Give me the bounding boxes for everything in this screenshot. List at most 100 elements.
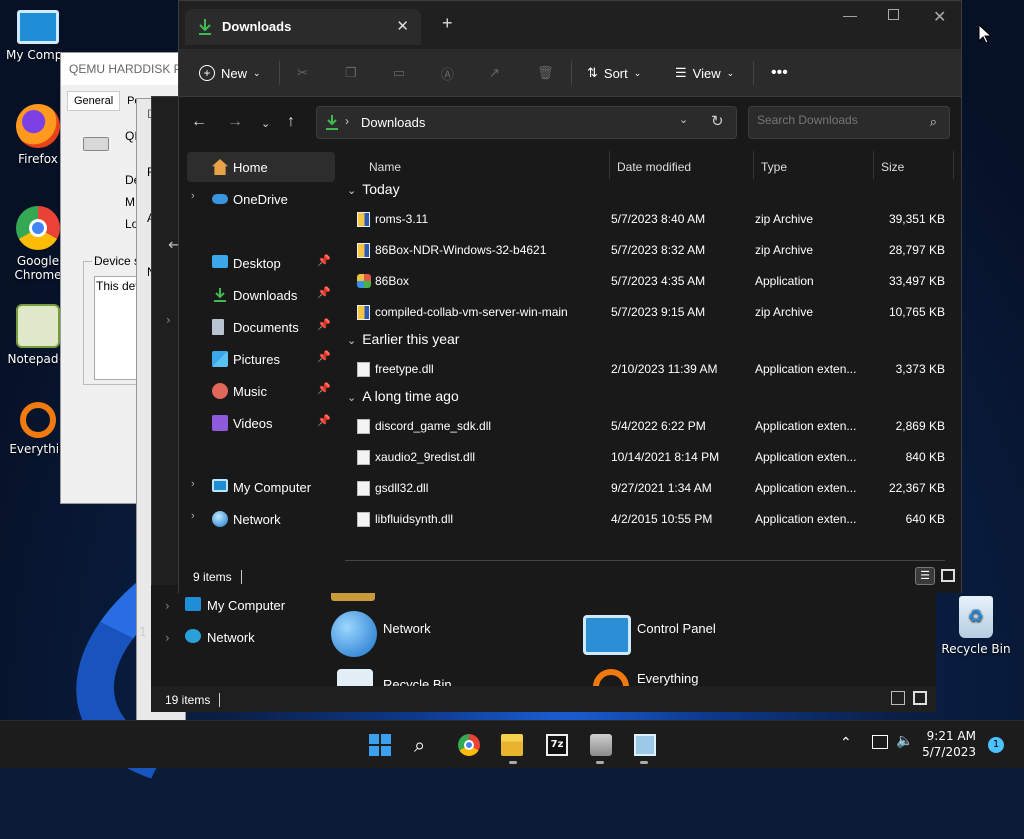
- group-header[interactable]: ⌄ Today: [347, 181, 400, 197]
- sidebar-item-music[interactable]: Music 📌: [187, 376, 335, 406]
- refresh-icon[interactable]: ↻: [711, 112, 724, 130]
- share-icon[interactable]: ↗: [489, 61, 500, 85]
- title-bar: Downloads ✕ + — ✕: [179, 1, 961, 49]
- chevron-right-icon[interactable]: ›: [191, 478, 195, 490]
- column-header-type[interactable]: Type: [761, 155, 787, 179]
- minimize-button[interactable]: —: [843, 7, 857, 23]
- rename-icon[interactable]: Ⓐ: [441, 61, 454, 85]
- close-window-button[interactable]: ✕: [933, 7, 946, 27]
- tile-everything[interactable]: Everything: [637, 671, 698, 686]
- column-header-name[interactable]: Name: [369, 155, 401, 179]
- sidebar-item-my-computer[interactable]: My Computer: [207, 598, 285, 613]
- sidebar-item-network[interactable]: › Network: [187, 504, 335, 534]
- chevron-right-icon[interactable]: ›: [191, 190, 195, 202]
- copy-icon[interactable]: ❐: [345, 61, 357, 85]
- collapse-chevron-icon[interactable]: ⌄: [347, 392, 356, 404]
- tiles-view-icon[interactable]: [913, 691, 927, 705]
- address-bar[interactable]: › Downloads ⌄ ↻: [316, 106, 737, 139]
- tab-downloads[interactable]: Downloads ✕: [185, 9, 421, 45]
- clock-time[interactable]: 9:21 AM: [918, 729, 976, 743]
- breadcrumb-downloads[interactable]: Downloads: [361, 115, 425, 130]
- sort-button-label: Sort: [603, 65, 628, 81]
- back-arrow-icon[interactable]: ←: [191, 113, 207, 131]
- tiles-view-icon[interactable]: [941, 569, 955, 582]
- add-icon: +: [199, 65, 215, 81]
- sidebar-item-my-computer[interactable]: › My Computer: [187, 472, 335, 502]
- file-row[interactable]: libfluidsynth.dll 4/2/2015 10:55 PM Applic…: [355, 505, 955, 533]
- sidebar-item-desktop[interactable]: Desktop 📌: [187, 248, 335, 278]
- collapse-chevron-icon[interactable]: ⌄: [347, 335, 356, 347]
- control-panel-icon: [583, 615, 631, 655]
- volume-icon[interactable]: 🔈: [896, 733, 913, 749]
- search-box[interactable]: ⌕: [748, 106, 950, 139]
- close-tab-icon[interactable]: ✕: [396, 17, 409, 35]
- chevron-right-icon[interactable]: ›: [191, 510, 195, 522]
- tile-network[interactable]: Network: [383, 621, 431, 636]
- device-manager-icon[interactable]: [590, 734, 612, 756]
- network-icon: [331, 611, 377, 657]
- chevron-right-icon[interactable]: ›: [165, 599, 170, 613]
- show-hidden-icons[interactable]: ⌃: [840, 735, 852, 751]
- search-icon[interactable]: ⌕: [414, 734, 436, 756]
- sidebar-item-onedrive[interactable]: › OneDrive: [187, 184, 335, 214]
- paste-icon[interactable]: ▭: [393, 61, 405, 85]
- sidebar-item-network[interactable]: Network: [207, 630, 255, 645]
- collapse-chevron-icon[interactable]: ⌄: [347, 185, 356, 197]
- cut-icon[interactable]: ✂: [297, 61, 308, 85]
- address-dropdown-icon[interactable]: ⌄: [679, 113, 688, 126]
- new-tab-button[interactable]: +: [442, 13, 453, 34]
- tab-title: Downloads: [222, 19, 292, 34]
- clock-date[interactable]: 5/7/2023: [918, 745, 976, 759]
- new-button[interactable]: + New ⌄: [199, 61, 261, 85]
- group-header[interactable]: ⌄ A long time ago: [347, 388, 459, 404]
- sidebar-item-documents[interactable]: Documents 📌: [187, 312, 335, 342]
- chevron-right-icon[interactable]: ›: [166, 313, 171, 327]
- file-row[interactable]: 86Box-NDR-Windows-32-b4621 5/7/2023 8:32 …: [355, 236, 955, 264]
- sidebar-item-label: Videos: [233, 415, 273, 431]
- status-item-count: 9 items: [193, 570, 232, 584]
- file-explorer-icon[interactable]: [501, 734, 523, 756]
- sort-button[interactable]: ⇅ Sort ⌄: [587, 61, 641, 85]
- file-row[interactable]: gsdll32.dll 9/27/2021 1:34 AM Application …: [355, 474, 955, 502]
- file-row[interactable]: compiled-collab-vm-server-win-main 5/7/20…: [355, 298, 955, 326]
- more-options-icon[interactable]: •••: [771, 61, 788, 85]
- file-row[interactable]: freetype.dll 2/10/2023 11:39 AM Applicatio…: [355, 355, 955, 383]
- file-row[interactable]: discord_game_sdk.dll 5/4/2022 6:22 PM Appl…: [355, 412, 955, 440]
- sidebar-item-pictures[interactable]: Pictures 📌: [187, 344, 335, 374]
- column-header-date[interactable]: Date modified: [617, 155, 691, 179]
- desktop-icon-recycle-bin[interactable]: ♻ Recycle Bin: [940, 596, 1012, 656]
- file-row[interactable]: xaudio2_9redist.dll 10/14/2021 8:14 PM App…: [355, 443, 955, 471]
- recent-locations-icon[interactable]: ⌄: [261, 117, 270, 130]
- breadcrumb-chevron-icon: ›: [345, 114, 349, 128]
- search-input[interactable]: [757, 113, 917, 127]
- tile-control-panel[interactable]: Control Panel: [637, 621, 716, 636]
- pin-icon: 📌: [317, 415, 331, 427]
- tab-general[interactable]: General: [67, 91, 121, 111]
- maximize-button[interactable]: [888, 9, 899, 20]
- monitor-icon: [185, 597, 201, 611]
- 7zip-icon[interactable]: 7z: [546, 734, 568, 756]
- details-view-icon[interactable]: ☰: [915, 567, 935, 585]
- forward-arrow-icon[interactable]: →: [227, 113, 243, 131]
- task-manager-icon[interactable]: [634, 734, 656, 756]
- group-header[interactable]: ⌄ Earlier this year: [347, 331, 459, 347]
- delete-icon[interactable]: 🗑: [537, 61, 554, 85]
- chrome-icon[interactable]: [458, 734, 480, 756]
- sidebar-item-label: Documents: [233, 319, 299, 335]
- up-arrow-icon[interactable]: ↑: [287, 113, 295, 131]
- column-header-size[interactable]: Size: [881, 155, 904, 179]
- file-row[interactable]: roms-3.11 5/7/2023 8:40 AM zip Archive 39,3…: [355, 205, 955, 233]
- sidebar-item-home[interactable]: Home: [187, 152, 335, 182]
- file-size: 33,497 KB: [888, 274, 945, 288]
- details-view-icon[interactable]: [891, 691, 905, 705]
- sidebar-item-videos[interactable]: Videos 📌: [187, 408, 335, 438]
- view-button[interactable]: ☰ View ⌄: [675, 61, 734, 85]
- status-item-count: 19 items: [165, 693, 211, 707]
- start-icon[interactable]: [369, 734, 391, 756]
- sidebar-item-downloads[interactable]: Downloads 📌: [187, 280, 335, 310]
- new-button-label: New: [221, 65, 248, 81]
- chevron-right-icon[interactable]: ›: [165, 631, 170, 645]
- file-row[interactable]: 86Box 5/7/2023 4:35 AM Application 33,497 K…: [355, 267, 955, 295]
- notification-badge[interactable]: 1: [988, 737, 1004, 753]
- network-status-icon[interactable]: [872, 735, 888, 749]
